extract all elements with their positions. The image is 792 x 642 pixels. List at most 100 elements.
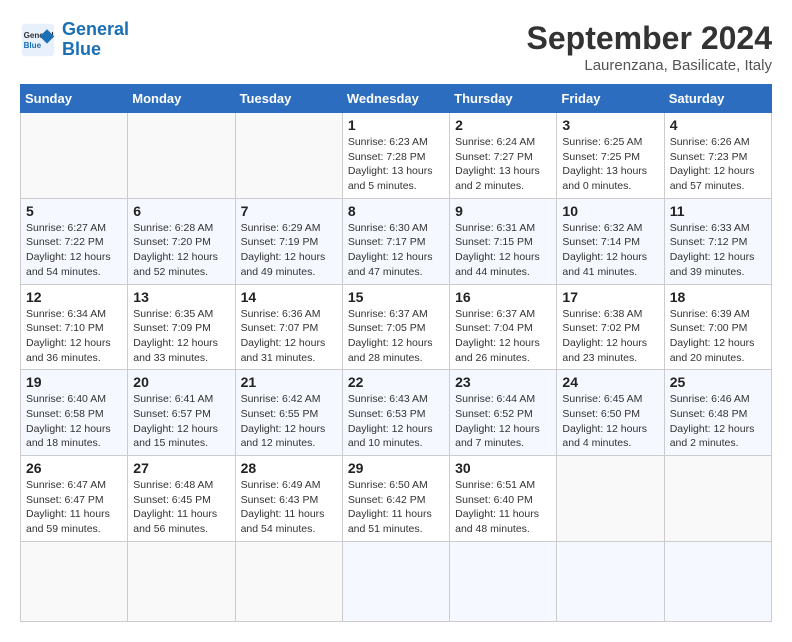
day-info: Sunrise: 6:44 AM Sunset: 6:52 PM Dayligh… bbox=[455, 392, 551, 451]
day-info: Sunrise: 6:48 AM Sunset: 6:45 PM Dayligh… bbox=[133, 478, 229, 537]
day-info: Sunrise: 6:38 AM Sunset: 7:02 PM Dayligh… bbox=[562, 307, 658, 366]
day-info: Sunrise: 6:26 AM Sunset: 7:23 PM Dayligh… bbox=[670, 135, 766, 194]
svg-text:Blue: Blue bbox=[24, 41, 42, 50]
calendar-cell: 19Sunrise: 6:40 AM Sunset: 6:58 PM Dayli… bbox=[21, 370, 128, 456]
calendar-cell bbox=[557, 456, 664, 542]
day-number: 23 bbox=[455, 374, 551, 390]
calendar-cell bbox=[664, 541, 771, 621]
calendar-cell: 23 Sunrise: 6:44 AM Sunset: 6:52 PM Dayli… bbox=[450, 370, 557, 456]
calendar-cell: 24Sunrise: 6:45 AM Sunset: 6:50 PM Dayli… bbox=[557, 370, 664, 456]
day-info: Sunrise: 6:39 AM Sunset: 7:00 PM Dayligh… bbox=[670, 307, 766, 366]
month-title: September 2024 bbox=[527, 20, 772, 57]
day-number: 8 bbox=[348, 203, 444, 219]
calendar-cell: 26Sunrise: 6:47 AM Sunset: 6:47 PM Dayli… bbox=[21, 456, 128, 542]
logo: General Blue GeneralBlue bbox=[20, 20, 129, 60]
day-info: Sunrise: 6:30 AM Sunset: 7:17 PM Dayligh… bbox=[348, 221, 444, 280]
day-number: 25 bbox=[670, 374, 766, 390]
weekday-header-saturday: Saturday bbox=[664, 85, 771, 113]
day-info: Sunrise: 6:46 AM Sunset: 6:48 PM Dayligh… bbox=[670, 392, 766, 451]
calendar-cell: 4Sunrise: 6:26 AM Sunset: 7:23 PM Daylig… bbox=[664, 113, 771, 199]
calendar-cell: 13 Sunrise: 6:35 AM Sunset: 7:09 PM Dayli… bbox=[128, 284, 235, 370]
calendar-cell: 12 Sunrise: 6:34 AM Sunset: 7:10 PM Dayli… bbox=[21, 284, 128, 370]
day-number: 28 bbox=[241, 460, 337, 476]
day-info: Sunrise: 6:37 AM Sunset: 7:05 PM Dayligh… bbox=[348, 307, 444, 366]
day-number: 2 bbox=[455, 117, 551, 133]
weekday-header-row: SundayMondayTuesdayWednesdayThursdayFrid… bbox=[21, 85, 772, 113]
calendar-cell bbox=[235, 113, 342, 199]
day-number: 17 bbox=[562, 289, 658, 305]
day-number: 22 bbox=[348, 374, 444, 390]
day-number: 14 bbox=[241, 289, 337, 305]
weekday-header-wednesday: Wednesday bbox=[342, 85, 449, 113]
calendar-week-row bbox=[21, 541, 772, 621]
day-info: Sunrise: 6:47 AM Sunset: 6:47 PM Dayligh… bbox=[26, 478, 122, 537]
day-number: 6 bbox=[133, 203, 229, 219]
calendar-cell: 3Sunrise: 6:25 AM Sunset: 7:25 PM Daylig… bbox=[557, 113, 664, 199]
day-info: Sunrise: 6:27 AM Sunset: 7:22 PM Dayligh… bbox=[26, 221, 122, 280]
calendar-week-row: 26Sunrise: 6:47 AM Sunset: 6:47 PM Dayli… bbox=[21, 456, 772, 542]
day-number: 27 bbox=[133, 460, 229, 476]
day-info: Sunrise: 6:34 AM Sunset: 7:10 PM Dayligh… bbox=[26, 307, 122, 366]
weekday-header-friday: Friday bbox=[557, 85, 664, 113]
day-info: Sunrise: 6:32 AM Sunset: 7:14 PM Dayligh… bbox=[562, 221, 658, 280]
calendar-cell: 9 Sunrise: 6:31 AM Sunset: 7:15 PM Daylig… bbox=[450, 198, 557, 284]
day-info: Sunrise: 6:37 AM Sunset: 7:04 PM Dayligh… bbox=[455, 307, 551, 366]
calendar-cell bbox=[450, 541, 557, 621]
day-info: Sunrise: 6:51 AM Sunset: 6:40 PM Dayligh… bbox=[455, 478, 551, 537]
day-info: Sunrise: 6:41 AM Sunset: 6:57 PM Dayligh… bbox=[133, 392, 229, 451]
day-number: 18 bbox=[670, 289, 766, 305]
calendar-cell: 18 Sunrise: 6:39 AM Sunset: 7:00 PM Dayli… bbox=[664, 284, 771, 370]
calendar-table: SundayMondayTuesdayWednesdayThursdayFrid… bbox=[20, 84, 772, 622]
calendar-cell bbox=[128, 113, 235, 199]
calendar-week-row: 19Sunrise: 6:40 AM Sunset: 6:58 PM Dayli… bbox=[21, 370, 772, 456]
calendar-cell: 30 Sunrise: 6:51 AM Sunset: 6:40 PM Dayli… bbox=[450, 456, 557, 542]
day-number: 5 bbox=[26, 203, 122, 219]
weekday-header-sunday: Sunday bbox=[21, 85, 128, 113]
calendar-cell bbox=[21, 113, 128, 199]
logo-icon: General Blue bbox=[20, 22, 56, 58]
calendar-cell: 15Sunrise: 6:37 AM Sunset: 7:05 PM Dayli… bbox=[342, 284, 449, 370]
calendar-cell: 8 Sunrise: 6:30 AM Sunset: 7:17 PM Daylig… bbox=[342, 198, 449, 284]
day-info: Sunrise: 6:43 AM Sunset: 6:53 PM Dayligh… bbox=[348, 392, 444, 451]
calendar-week-row: 1Sunrise: 6:23 AM Sunset: 7:28 PM Daylig… bbox=[21, 113, 772, 199]
day-info: Sunrise: 6:28 AM Sunset: 7:20 PM Dayligh… bbox=[133, 221, 229, 280]
calendar-cell: 25 Sunrise: 6:46 AM Sunset: 6:48 PM Dayli… bbox=[664, 370, 771, 456]
calendar-week-row: 12 Sunrise: 6:34 AM Sunset: 7:10 PM Dayli… bbox=[21, 284, 772, 370]
location: Laurenzana, Basilicate, Italy bbox=[527, 57, 772, 74]
calendar-cell: 27 Sunrise: 6:48 AM Sunset: 6:45 PM Dayli… bbox=[128, 456, 235, 542]
day-number: 9 bbox=[455, 203, 551, 219]
calendar-cell: 6 Sunrise: 6:28 AM Sunset: 7:20 PM Daylig… bbox=[128, 198, 235, 284]
day-number: 7 bbox=[241, 203, 337, 219]
calendar-cell: 11Sunrise: 6:33 AM Sunset: 7:12 PM Dayli… bbox=[664, 198, 771, 284]
calendar-cell: 22 Sunrise: 6:43 AM Sunset: 6:53 PM Dayli… bbox=[342, 370, 449, 456]
day-info: Sunrise: 6:33 AM Sunset: 7:12 PM Dayligh… bbox=[670, 221, 766, 280]
calendar-cell bbox=[664, 456, 771, 542]
day-number: 3 bbox=[562, 117, 658, 133]
calendar-cell: 16Sunrise: 6:37 AM Sunset: 7:04 PM Dayli… bbox=[450, 284, 557, 370]
calendar-cell: 20 Sunrise: 6:41 AM Sunset: 6:57 PM Dayli… bbox=[128, 370, 235, 456]
calendar-cell bbox=[557, 541, 664, 621]
calendar-cell bbox=[235, 541, 342, 621]
calendar-cell bbox=[128, 541, 235, 621]
calendar-cell: 7Sunrise: 6:29 AM Sunset: 7:19 PM Daylig… bbox=[235, 198, 342, 284]
logo-text: GeneralBlue bbox=[62, 20, 129, 60]
day-number: 20 bbox=[133, 374, 229, 390]
calendar-cell: 17 Sunrise: 6:38 AM Sunset: 7:02 PM Dayli… bbox=[557, 284, 664, 370]
calendar-cell: 14Sunrise: 6:36 AM Sunset: 7:07 PM Dayli… bbox=[235, 284, 342, 370]
day-number: 29 bbox=[348, 460, 444, 476]
day-info: Sunrise: 6:23 AM Sunset: 7:28 PM Dayligh… bbox=[348, 135, 444, 194]
day-number: 30 bbox=[455, 460, 551, 476]
day-info: Sunrise: 6:50 AM Sunset: 6:42 PM Dayligh… bbox=[348, 478, 444, 537]
day-number: 10 bbox=[562, 203, 658, 219]
day-info: Sunrise: 6:31 AM Sunset: 7:15 PM Dayligh… bbox=[455, 221, 551, 280]
day-info: Sunrise: 6:35 AM Sunset: 7:09 PM Dayligh… bbox=[133, 307, 229, 366]
day-number: 24 bbox=[562, 374, 658, 390]
day-info: Sunrise: 6:40 AM Sunset: 6:58 PM Dayligh… bbox=[26, 392, 122, 451]
title-block: September 2024 Laurenzana, Basilicate, I… bbox=[527, 20, 772, 74]
weekday-header-monday: Monday bbox=[128, 85, 235, 113]
day-number: 13 bbox=[133, 289, 229, 305]
day-number: 12 bbox=[26, 289, 122, 305]
page-header: General Blue GeneralBlue September 2024 … bbox=[20, 20, 772, 74]
calendar-cell: 10 Sunrise: 6:32 AM Sunset: 7:14 PM Dayli… bbox=[557, 198, 664, 284]
calendar-cell bbox=[342, 541, 449, 621]
